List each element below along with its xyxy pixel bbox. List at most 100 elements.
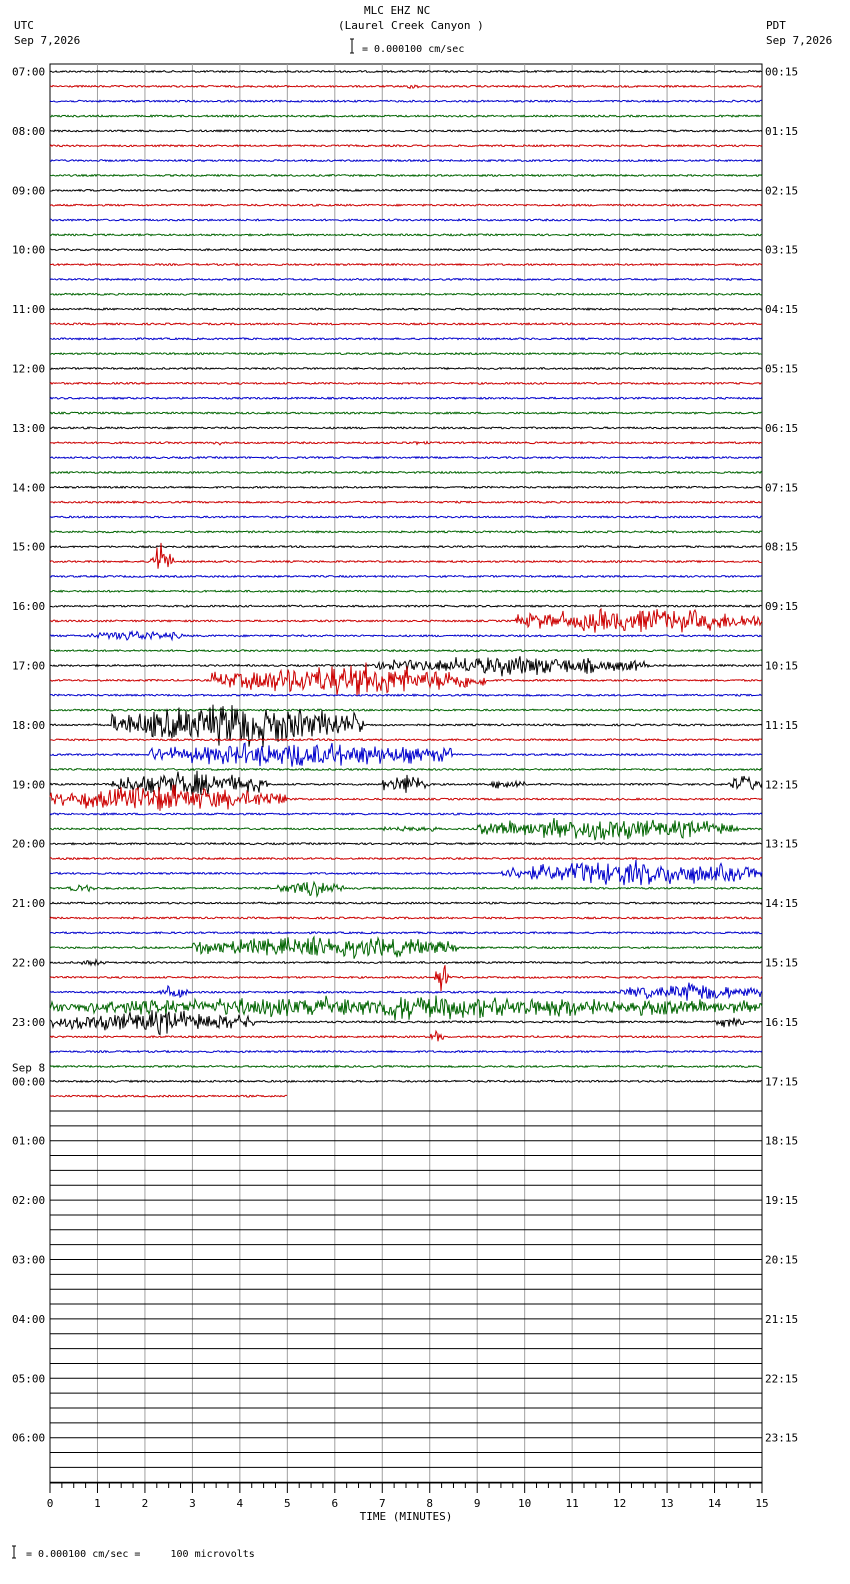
seismic-trace: [49, 935, 763, 959]
seismic-trace: [49, 931, 763, 935]
pdt-hour-label: 23:15: [765, 1432, 798, 1445]
x-tick-label: 5: [284, 1497, 291, 1510]
pdt-hour-label: 07:15: [765, 481, 798, 494]
utc-hour-label: 14:00: [12, 481, 45, 494]
utc-hour-label: 11:00: [12, 303, 45, 316]
seismic-trace: [49, 440, 763, 446]
seismic-trace: [49, 693, 763, 698]
seismic-trace: [49, 1010, 763, 1036]
x-tick-label: 14: [708, 1497, 722, 1510]
pdt-hour-label: 02:15: [765, 184, 798, 197]
x-tick-label: 8: [426, 1497, 433, 1510]
pdt-hour-label: 09:15: [765, 600, 798, 613]
seismic-trace: [49, 529, 763, 534]
utc-hour-label: 06:00: [12, 1432, 45, 1445]
seismic-trace: [49, 841, 763, 846]
seismic-trace: [49, 817, 763, 841]
seismic-trace: [49, 770, 763, 796]
utc-hour-label: 07:00: [12, 66, 45, 79]
utc-hour-label: 19:00: [12, 778, 45, 791]
seismic-trace: [49, 203, 763, 207]
seismic-trace: [49, 544, 763, 549]
x-tick-label: 13: [660, 1497, 673, 1510]
pdt-hour-label: 03:15: [765, 244, 798, 257]
seismic-trace: [49, 737, 763, 742]
x-tick-label: 1: [94, 1497, 101, 1510]
seismic-trace: [49, 965, 763, 992]
pdt-hour-label: 19:15: [765, 1194, 798, 1207]
pdt-hour-label: 15:15: [765, 957, 798, 970]
seismic-trace: [49, 812, 763, 816]
seismic-trace: [49, 742, 763, 767]
pdt-hour-label: 11:15: [765, 719, 798, 732]
x-axis-title: TIME (MINUTES): [360, 1510, 453, 1523]
seismic-trace: [49, 648, 763, 653]
seismic-traces: [49, 69, 763, 1483]
seismic-trace: [49, 277, 763, 282]
date-change-label: Sep 8: [12, 1061, 45, 1074]
utc-hour-label: 13:00: [12, 422, 45, 435]
seismic-trace: [49, 411, 763, 415]
pdt-hour-label: 16:15: [765, 1016, 798, 1029]
seismic-trace: [49, 307, 763, 311]
pdt-hour-label: 14:15: [765, 897, 798, 910]
x-tick-label: 0: [47, 1497, 54, 1510]
pdt-hour-label: 12:15: [765, 778, 798, 791]
seismic-trace: [49, 708, 763, 712]
seismic-trace: [49, 99, 763, 103]
x-tick-label: 9: [474, 1497, 481, 1510]
seismic-trace: [49, 982, 763, 1001]
x-tick-label: 12: [613, 1497, 626, 1510]
seismic-trace: [49, 144, 763, 148]
seismic-trace: [49, 129, 763, 133]
seismic-trace: [49, 292, 763, 296]
seismic-trace: [49, 247, 763, 252]
utc-hour-label: 20:00: [12, 838, 45, 851]
seismic-trace: [49, 485, 763, 490]
utc-hour-label: 23:00: [12, 1016, 45, 1029]
pdt-hour-label: 18:15: [765, 1135, 798, 1148]
seismic-trace: [49, 901, 763, 905]
seismic-trace: [49, 880, 763, 898]
utc-hour-label: 18:00: [12, 719, 45, 732]
utc-hour-label: 09:00: [12, 184, 45, 197]
utc-hour-label: 05:00: [12, 1372, 45, 1385]
utc-hour-label: 04:00: [12, 1313, 45, 1326]
pdt-hour-label: 20:15: [765, 1254, 798, 1267]
pdt-hour-label: 00:15: [765, 66, 798, 79]
seismic-trace: [49, 262, 763, 267]
seismic-trace: [49, 366, 763, 371]
seismic-trace: [49, 84, 763, 90]
x-tick-label: 4: [237, 1497, 244, 1510]
x-tick-label: 10: [518, 1497, 531, 1510]
seismic-trace: [49, 1029, 763, 1042]
seismic-trace: [49, 767, 763, 772]
x-tick-label: 3: [189, 1497, 196, 1510]
pdt-hour-label: 08:15: [765, 541, 798, 554]
seismic-trace: [49, 337, 763, 341]
pdt-hour-label: 10:15: [765, 660, 798, 673]
seismic-trace: [49, 1049, 763, 1054]
seismic-trace: [49, 232, 763, 237]
seismic-trace: [49, 351, 763, 356]
utc-hour-label: 15:00: [12, 541, 45, 554]
seismic-trace: [49, 515, 763, 519]
utc-hour-label: 10:00: [12, 244, 45, 257]
pdt-hour-label: 17:15: [765, 1075, 798, 1088]
pdt-hour-label: 13:15: [765, 838, 798, 851]
seismic-trace: [49, 455, 763, 460]
pdt-hour-label: 04:15: [765, 303, 798, 316]
seismic-trace: [49, 114, 763, 118]
seismic-trace: [49, 574, 763, 579]
seismic-trace: [49, 381, 763, 386]
x-tick-label: 6: [331, 1497, 338, 1510]
seismic-trace: [49, 500, 763, 505]
x-tick-label: 11: [566, 1497, 579, 1510]
seismic-trace: [49, 173, 763, 178]
pdt-hour-label: 05:15: [765, 363, 798, 376]
utc-hour-label: 22:00: [12, 957, 45, 970]
seismic-trace: [49, 69, 763, 74]
seismic-trace: [49, 1094, 288, 1098]
seismic-trace: [49, 1064, 763, 1069]
seismic-trace: [49, 856, 763, 861]
